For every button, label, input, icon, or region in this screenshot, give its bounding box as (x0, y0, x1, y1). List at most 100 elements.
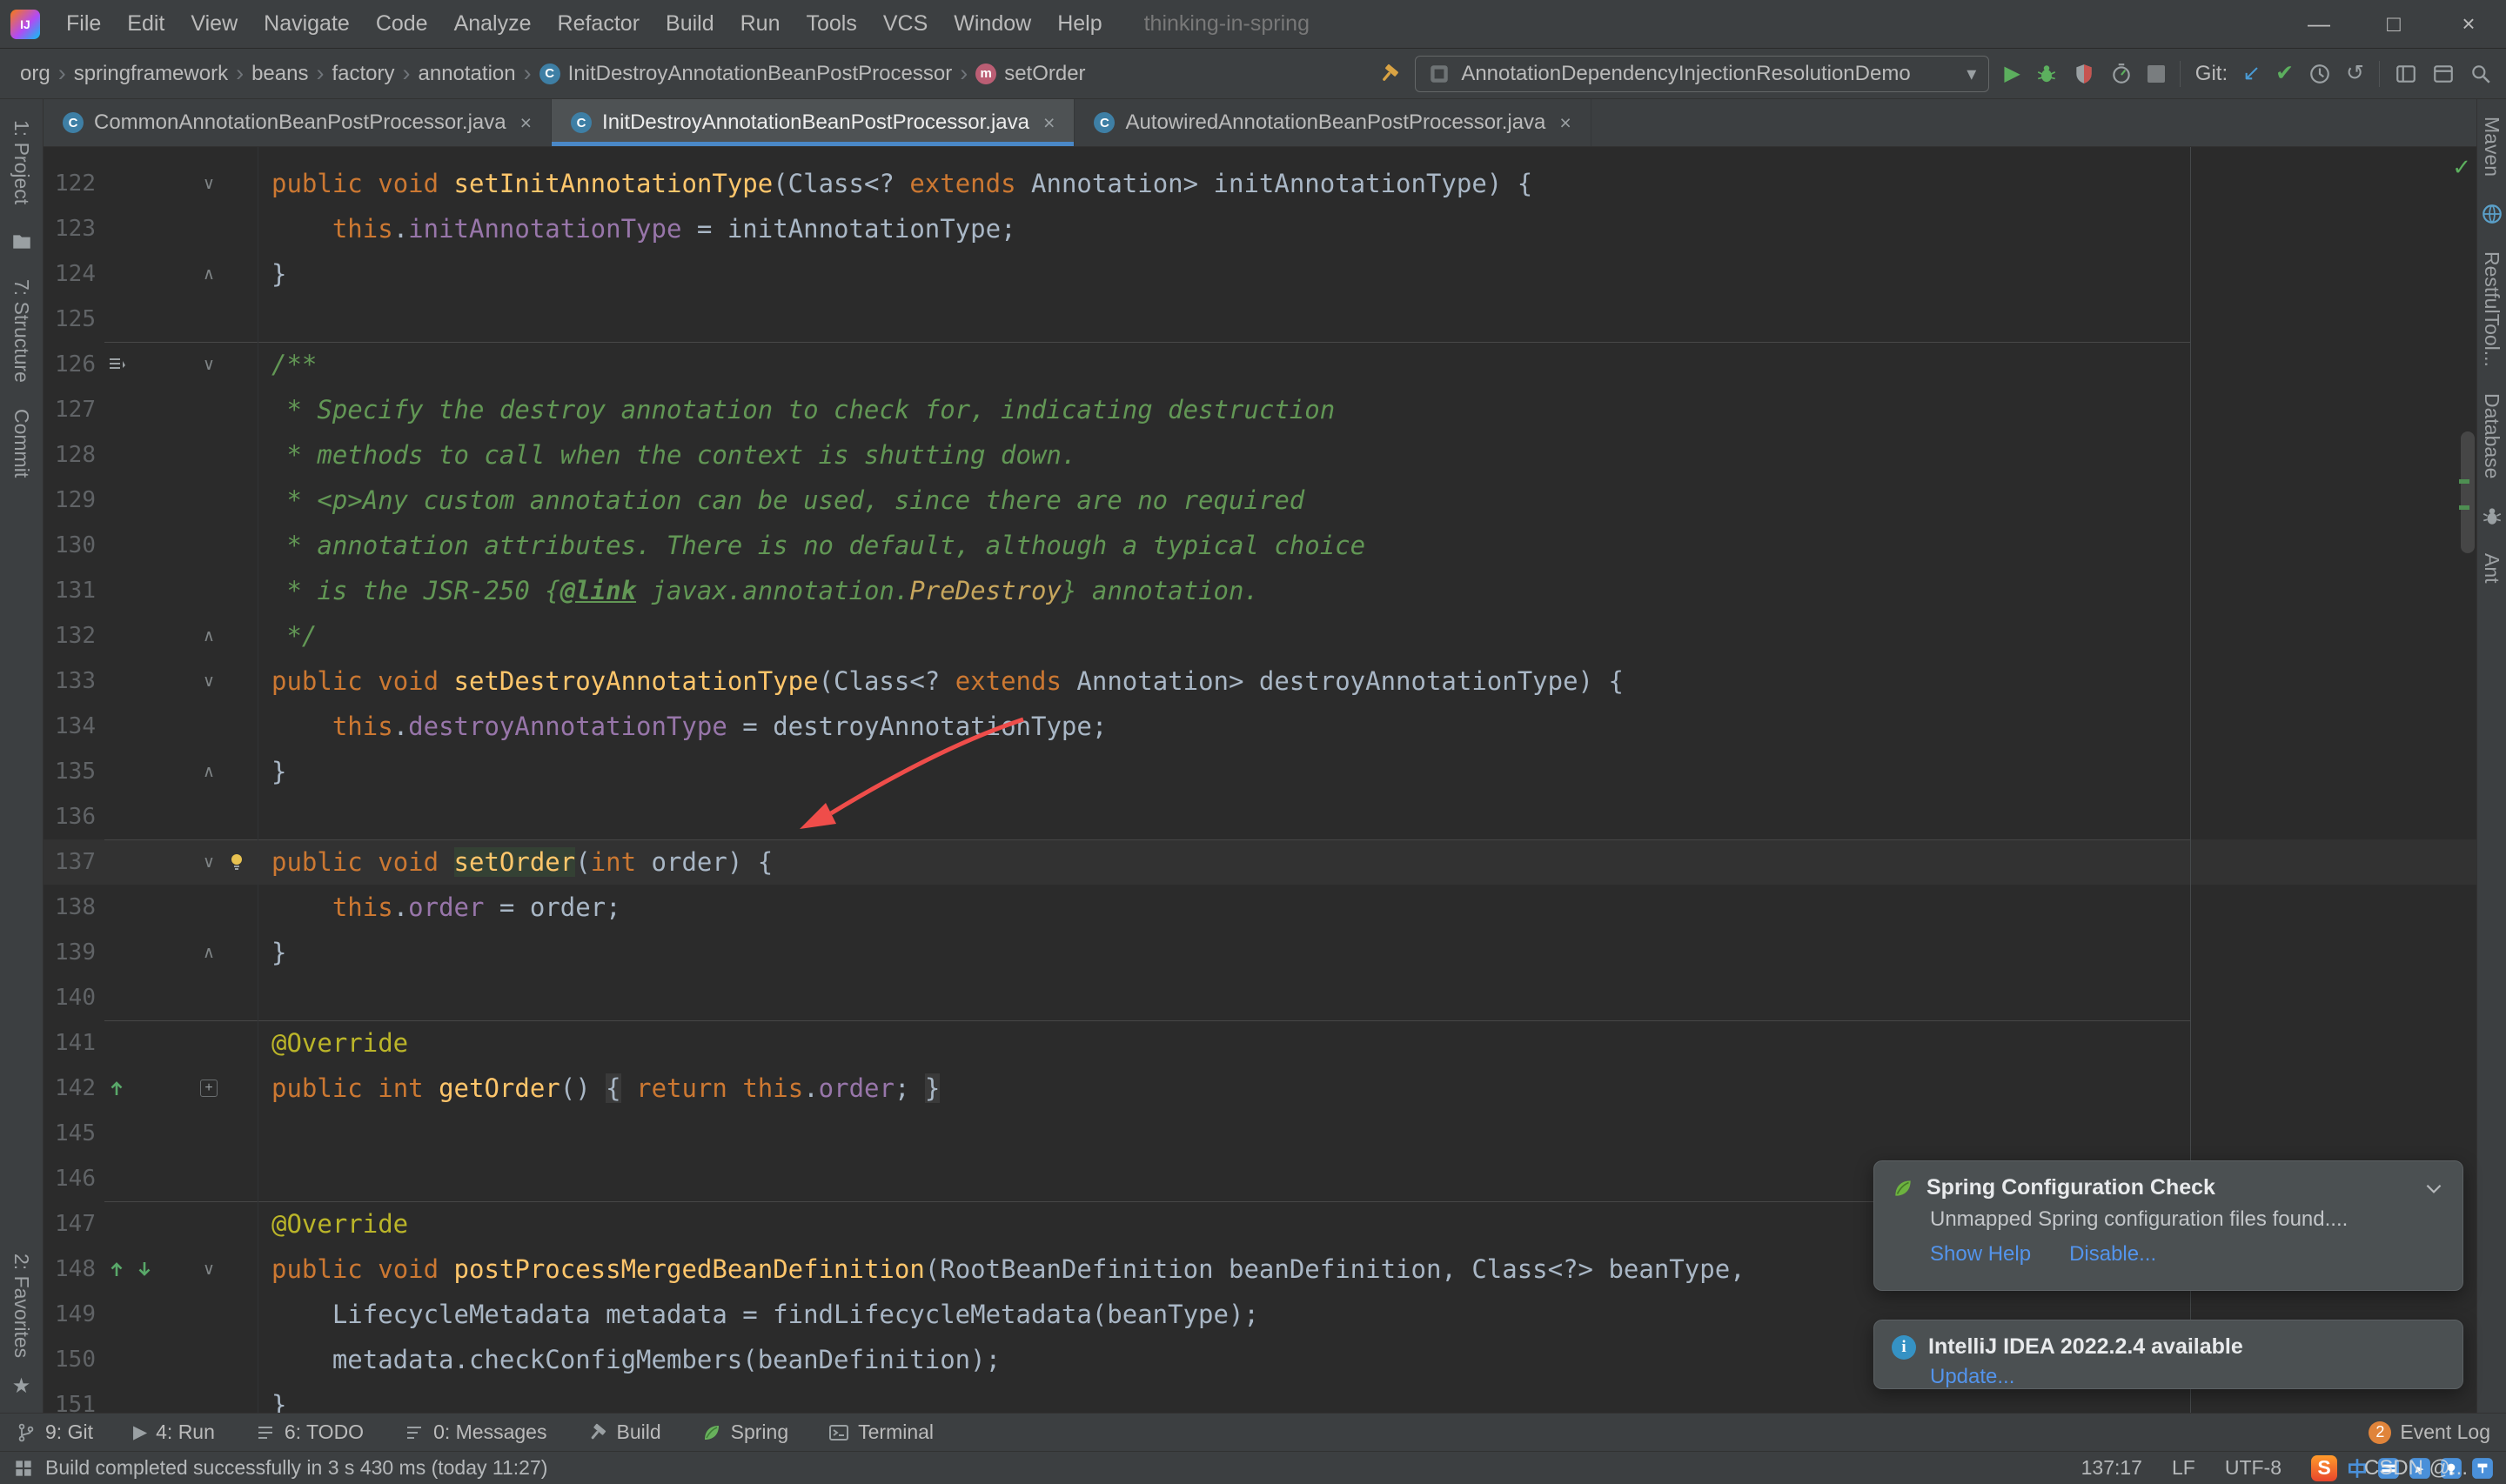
code-line-129[interactable]: 129 * <p>Any custom annotation can be us… (44, 478, 2476, 523)
history-button[interactable] (2308, 63, 2331, 85)
code-line-131[interactable]: 131 * is the JSR-250 {@link javax.annota… (44, 568, 2476, 613)
code-text[interactable]: public void setOrder(int order) { (258, 847, 773, 877)
code-text[interactable]: } (258, 1390, 286, 1413)
code-text[interactable]: public void postProcessMergedBeanDefinit… (258, 1254, 1745, 1284)
code-line-134[interactable]: 134 this.destroyAnnotationType = destroy… (44, 704, 2476, 749)
code-line-137[interactable]: 137∨public void setOrder(int order) { (44, 839, 2476, 885)
code-text[interactable]: this.destroyAnnotationType = destroyAnno… (258, 712, 1107, 741)
voice-input-icon[interactable] (2440, 1457, 2462, 1480)
folder-icon[interactable] (10, 231, 33, 253)
disable-link[interactable]: Disable... (2069, 1242, 2156, 1267)
show-help-link[interactable]: Show Help (1930, 1242, 2031, 1267)
menu-view[interactable]: View (178, 7, 250, 41)
run-button[interactable]: ▶ (2004, 64, 2020, 84)
fold-marker[interactable]: ∧ (191, 943, 226, 963)
code-text[interactable]: this.order = order; (258, 892, 621, 922)
close-icon[interactable]: × (1043, 111, 1055, 135)
menu-run[interactable]: Run (728, 7, 793, 41)
fold-marker[interactable]: ∨ (191, 852, 226, 872)
breadcrumb-org[interactable]: org (14, 59, 57, 89)
code-line-127[interactable]: 127 * Specify the destroy annotation to … (44, 387, 2476, 432)
menu-build[interactable]: Build (653, 7, 727, 41)
tool-button-2-favorites[interactable]: 2: Favorites (10, 1253, 33, 1358)
scrollbar-thumb[interactable] (2461, 431, 2475, 553)
code-text[interactable]: public int getOrder() { return this.orde… (258, 1073, 940, 1103)
toolwindow-spring[interactable]: Spring (701, 1420, 788, 1444)
run-configuration-select[interactable]: AnnotationDependencyInjectionResolutionD… (1415, 56, 1989, 92)
rollback-button[interactable]: ↺ (2346, 63, 2364, 84)
code-text[interactable]: LifecycleMetadata metadata = findLifecyc… (258, 1300, 1259, 1329)
code-line-122[interactable]: 122∨public void setInitAnnotationType(Cl… (44, 161, 2476, 206)
breadcrumb-initdestroyannotationbeanpostprocessor[interactable]: CInitDestroyAnnotationBeanPostProcessor (533, 59, 959, 89)
code-line-128[interactable]: 128 * methods to call when the context i… (44, 432, 2476, 478)
code-text[interactable]: } (258, 259, 286, 289)
breadcrumb-springframework[interactable]: springframework (68, 59, 234, 89)
override-up-icon[interactable] (106, 1259, 127, 1280)
code-line-140[interactable]: 140 (44, 975, 2476, 1020)
code-text[interactable]: this.initAnnotationType = initAnnotation… (258, 214, 1016, 244)
fold-marker[interactable]: ∧ (191, 264, 226, 284)
fold-marker[interactable]: ∨ (191, 174, 226, 194)
toolwindow-build[interactable]: Build (586, 1420, 660, 1444)
breadcrumb-factory[interactable]: factory (325, 59, 400, 89)
build-status-message[interactable]: Build completed successfully in 3 s 430 … (45, 1456, 547, 1480)
sogou-logo-icon[interactable]: S (2311, 1455, 2337, 1481)
code-text[interactable]: } (258, 757, 286, 786)
commit-button[interactable]: ✔ (2275, 63, 2294, 84)
code-text[interactable]: * methods to call when the context is sh… (258, 440, 1076, 470)
code-text[interactable]: */ (258, 621, 317, 651)
code-text[interactable]: } (258, 938, 286, 967)
update-project-button[interactable]: ↙ (2242, 63, 2261, 84)
chevron-down-icon[interactable] (2422, 1177, 2445, 1200)
menu-edit[interactable]: Edit (115, 7, 177, 41)
code-text[interactable]: metadata.checkConfigMembers(beanDefiniti… (258, 1345, 1001, 1374)
keyboard-icon[interactable] (2377, 1457, 2400, 1480)
breadcrumb-beans[interactable]: beans (245, 59, 314, 89)
build-hammer-icon[interactable] (1377, 63, 1400, 85)
toolwindow-toggle-icon[interactable] (12, 1457, 35, 1480)
code-text[interactable]: @Override (258, 1209, 408, 1239)
editor-tab-inactive[interactable]: CAutowiredAnnotationBeanPostProcessor.ja… (1075, 99, 1591, 146)
notification-spring-config[interactable]: Spring Configuration Check Unmapped Spri… (1873, 1160, 2463, 1291)
code-text[interactable]: public void setDestroyAnnotationType(Cla… (258, 666, 1624, 696)
code-line-141[interactable]: 141@Override (44, 1020, 2476, 1066)
code-line-126[interactable]: 126∨/** (44, 342, 2476, 387)
code-line-145[interactable]: 145 (44, 1111, 2476, 1156)
breadcrumb-annotation[interactable]: annotation (412, 59, 522, 89)
toolwindow-terminal[interactable]: Terminal (828, 1420, 934, 1444)
tool-windows-button[interactable] (2432, 63, 2455, 85)
debug-button[interactable] (2035, 63, 2058, 85)
ant-icon[interactable] (2481, 505, 2503, 527)
close-button[interactable]: × (2431, 0, 2506, 48)
editor-tab-active[interactable]: CInitDestroyAnnotationBeanPostProcessor.… (552, 99, 1075, 146)
chinese-mode-icon[interactable] (2346, 1457, 2369, 1480)
menu-help[interactable]: Help (1045, 7, 1114, 41)
menu-navigate[interactable]: Navigate (251, 7, 362, 41)
menu-refactor[interactable]: Refactor (546, 7, 652, 41)
code-text[interactable]: @Override (258, 1028, 408, 1058)
toolwindow-6-todo[interactable]: 6: TODO (255, 1420, 364, 1444)
line-separator-indicator[interactable]: LF (2172, 1456, 2195, 1480)
fold-marker[interactable]: ∧ (191, 626, 226, 646)
layout-button[interactable] (2395, 63, 2417, 85)
tool-button-maven[interactable]: Maven (2480, 117, 2503, 177)
tool-button-1-project[interactable]: 1: Project (10, 120, 33, 204)
update-link[interactable]: Update... (1930, 1365, 2014, 1389)
inspection-status-icon[interactable]: ✓ (2452, 154, 2471, 181)
event-log-button[interactable]: 2 Event Log (2369, 1420, 2490, 1444)
code-line-130[interactable]: 130 * annotation attributes. There is no… (44, 523, 2476, 568)
code-line-142[interactable]: 142+public int getOrder() { return this.… (44, 1066, 2476, 1111)
close-icon[interactable]: × (1559, 111, 1571, 135)
menu-file[interactable]: File (54, 7, 113, 41)
tool-button-database[interactable]: Database (2480, 393, 2503, 478)
fold-marker[interactable]: ∨ (191, 672, 226, 692)
fold-marker[interactable]: ∨ (191, 1260, 226, 1280)
tool-button-commit[interactable]: Commit (10, 409, 33, 478)
coverage-button[interactable] (2073, 63, 2095, 85)
code-line-136[interactable]: 136 (44, 794, 2476, 839)
star-icon[interactable]: ★ (12, 1374, 31, 1399)
code-line-139[interactable]: 139∧} (44, 930, 2476, 975)
code-line-138[interactable]: 138 this.order = order; (44, 885, 2476, 930)
toolwindow-9-git[interactable]: 9: Git (16, 1420, 93, 1444)
override-down-icon[interactable] (134, 1259, 155, 1280)
